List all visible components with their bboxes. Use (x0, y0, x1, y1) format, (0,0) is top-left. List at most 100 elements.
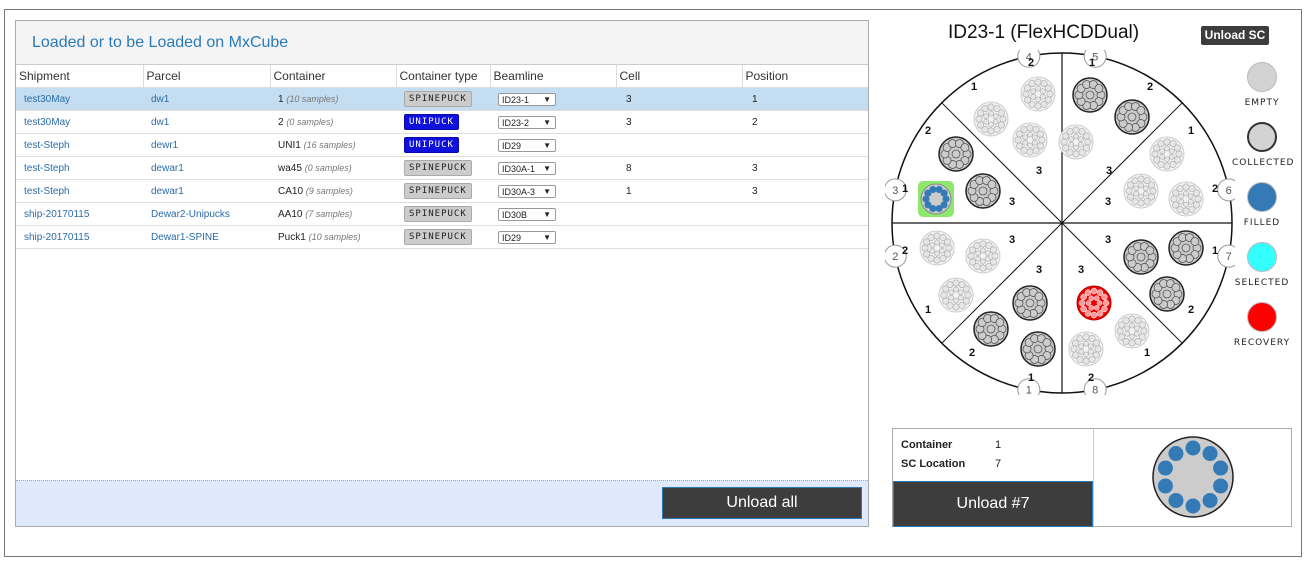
legend-label: EMPTY (1244, 98, 1280, 108)
legend-label: SELECTED (1234, 278, 1290, 288)
sample-slot (1072, 126, 1080, 134)
table-row[interactable]: test30May dw1 2 (0 samples) UNIPUCK ID23-2 ▼ 3… (16, 110, 868, 134)
legend-swatch (1247, 242, 1277, 272)
col-container-type[interactable]: Container type (396, 65, 491, 88)
position-number: 2 (902, 245, 908, 257)
position-number: 3 (1078, 264, 1084, 276)
parcel-cell[interactable]: dw1 (143, 110, 270, 134)
parcel-cell[interactable]: dewar1 (143, 156, 270, 180)
beamline-select[interactable]: ID29 ▼ (498, 230, 556, 244)
sample-slot (1088, 305, 1094, 311)
sample-slot (934, 250, 940, 257)
unload-sc-button[interactable]: Unload SC (1201, 26, 1269, 45)
panel-footer: Unload all (16, 480, 868, 526)
container-type-cell: SPINEPUCK (396, 202, 490, 226)
sample-slot (973, 242, 981, 250)
sample-slot (1172, 201, 1180, 209)
sample-count: (10 samples) (286, 93, 339, 104)
beamline-value: ID29 (502, 232, 522, 243)
sample-slot (1182, 183, 1190, 191)
shipment-cell[interactable]: ship-20170115 (16, 202, 143, 226)
sample-slot (1030, 93, 1037, 100)
detail-sample-filled (1168, 492, 1184, 508)
parcel-cell[interactable]: Dewar1-SPINE (143, 225, 270, 249)
table-row[interactable]: test-Steph dewar1 CA10 (9 samples) SPINEPUC… (16, 179, 868, 203)
container-name: AA10 (278, 208, 303, 220)
sample-slot (929, 247, 936, 254)
shipment-cell[interactable]: test30May (16, 110, 143, 134)
container-cell: wa45 (0 samples) (270, 156, 396, 180)
beamline-select[interactable]: ID30B ▼ (498, 207, 556, 221)
shipment-cell[interactable]: ship-20170115 (16, 225, 143, 249)
sample-changer-title: ID23-1 (FlexHCDDual) (948, 22, 1140, 43)
col-position[interactable]: Position (742, 65, 868, 88)
beamline-value: ID30A-3 (502, 186, 536, 197)
sample-count: (0 samples) (304, 162, 352, 173)
shipment-cell[interactable]: test-Steph (16, 156, 143, 180)
shipment-cell[interactable]: test-Steph (16, 133, 143, 157)
col-shipment[interactable]: Shipment (16, 65, 144, 88)
detail-sample-filled (1185, 498, 1201, 514)
table-row[interactable]: test-Steph dewar1 wa45 (0 samples) SPINEPUC… (16, 156, 868, 180)
position-number: 1 (925, 304, 931, 316)
sample-slot (984, 250, 991, 257)
table-row[interactable]: ship-20170115 Dewar2-Unipucks AA10 (7 samp… (16, 202, 868, 226)
sample-slot (1068, 136, 1075, 143)
loaded-containers-panel: Loaded or to be Loaded on MxCube Shipmen… (15, 20, 869, 527)
col-parcel[interactable]: Parcel (143, 65, 271, 88)
sample-slot (953, 286, 959, 293)
sample-slot (1083, 340, 1089, 347)
position-number: 3 (1105, 234, 1111, 246)
unload-all-button[interactable]: Unload all (662, 487, 862, 519)
beamline-select[interactable]: ID23-1 ▼ (498, 92, 556, 106)
position-cell: 3 (742, 179, 868, 203)
sample-slot (1088, 355, 1096, 363)
beamline-select[interactable]: ID23-2 ▼ (498, 115, 556, 129)
container-name: UNI1 (278, 139, 301, 151)
table-row[interactable]: test30May dw1 1 (10 samples) SPINEPUCK ID23-… (16, 87, 868, 111)
col-container[interactable]: Container (270, 65, 397, 88)
legend-item-filled: FILLED (1232, 182, 1292, 228)
beamline-select[interactable]: ID29 ▼ (498, 138, 556, 152)
sample-slot (1072, 351, 1080, 359)
position-number: 3 (1106, 165, 1112, 177)
sample-slot (923, 250, 931, 258)
unload-location-button[interactable]: Unload #7 (893, 481, 1093, 527)
sample-slot (1014, 136, 1022, 144)
sample-slot (1078, 343, 1085, 350)
sample-slot (1129, 322, 1135, 329)
cell-cell: 1 (616, 179, 742, 203)
sample-slot (1094, 305, 1100, 311)
parcel-cell[interactable]: dw1 (143, 87, 270, 111)
parcel-cell[interactable]: dewar1 (143, 179, 270, 203)
table-row[interactable]: ship-20170115 Dewar1-SPINE Puck1 (10 sampl… (16, 225, 868, 249)
shipment-cell[interactable]: test-Steph (16, 179, 143, 203)
sample-slot (967, 252, 975, 260)
container-type-badge: UNIPUCK (404, 137, 459, 153)
sample-slot (1162, 289, 1172, 299)
sample-slot (983, 113, 990, 120)
sample-slot (1073, 133, 1079, 140)
shipment-cell[interactable]: test30May (16, 87, 143, 111)
beamline-select[interactable]: ID30A-1 ▼ (498, 161, 556, 175)
col-cell[interactable]: Cell (616, 65, 743, 88)
sample-slot (1124, 330, 1131, 337)
sample-slot (1147, 181, 1155, 189)
sample-slot (1022, 90, 1030, 98)
parcel-cell[interactable]: dewr1 (143, 133, 270, 157)
sample-slot (960, 143, 970, 152)
sample-slot (981, 105, 989, 113)
col-beamline[interactable]: Beamline (490, 65, 617, 88)
sample-slot (958, 301, 966, 309)
table-row[interactable]: test-Steph dewr1 UNI1 (16 samples) UNIPUCK I… (16, 133, 868, 157)
sample-slot (987, 103, 995, 111)
parcel-cell[interactable]: Dewar2-Unipucks (143, 202, 270, 226)
beamline-cell: ID29 ▼ (490, 133, 616, 157)
container-name: CA10 (278, 185, 304, 197)
sample-slot (964, 291, 972, 299)
beamline-cell: ID23-1 ▼ (490, 87, 616, 111)
beamline-select[interactable]: ID30A-3 ▼ (498, 184, 556, 198)
position-number: 3 (1009, 234, 1015, 246)
sample-slot (1134, 337, 1142, 345)
container-value: 1 (995, 439, 1002, 451)
